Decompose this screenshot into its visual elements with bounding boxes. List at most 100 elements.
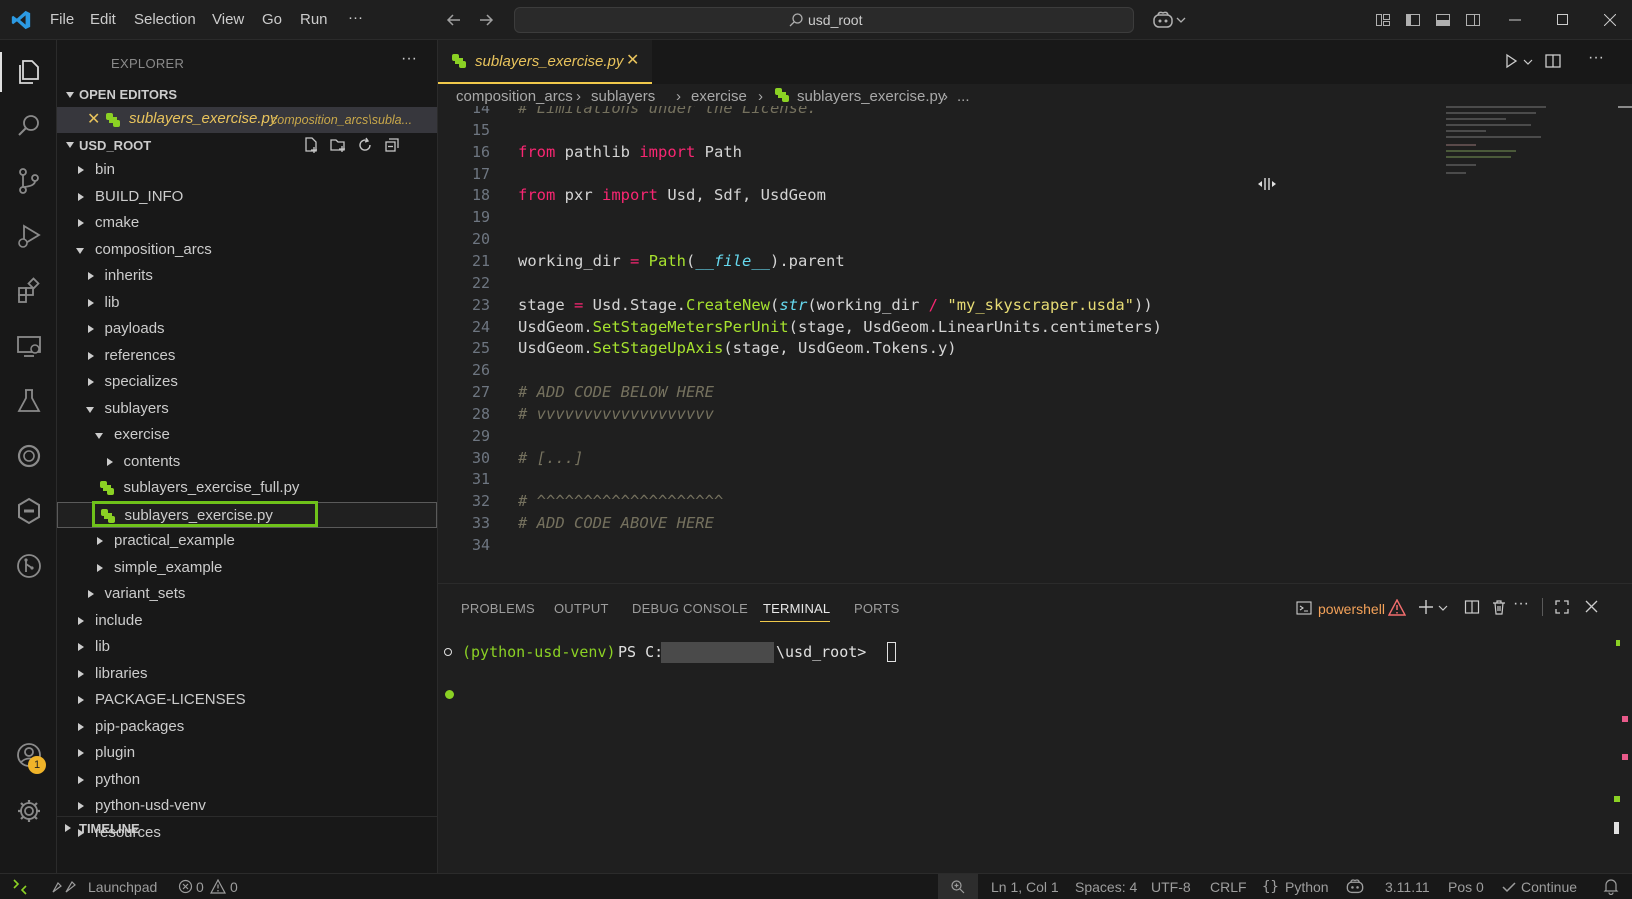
warning-count[interactable]: 0 bbox=[230, 879, 238, 895]
notifications-bell-icon[interactable] bbox=[1603, 878, 1619, 895]
tree-folder-item[interactable]: BUILD_INFO bbox=[57, 184, 437, 210]
menu-selection[interactable]: Selection bbox=[134, 11, 196, 28]
run-and-debug-icon[interactable] bbox=[14, 221, 44, 251]
tree-folder-item[interactable]: include bbox=[57, 608, 437, 634]
tree-folder-item[interactable]: payloads bbox=[57, 316, 437, 342]
tree-folder-item[interactable]: pip-packages bbox=[57, 714, 437, 740]
menu-view[interactable]: View bbox=[212, 11, 244, 28]
tree-file-item[interactable]: sublayers_exercise_full.py bbox=[57, 475, 437, 501]
close-panel-icon[interactable] bbox=[1585, 600, 1598, 613]
minimize-icon[interactable] bbox=[1509, 19, 1521, 21]
copilot-chevron-down-icon[interactable] bbox=[1176, 16, 1186, 24]
tab-output[interactable]: OUTPUT bbox=[554, 601, 609, 616]
explorer-more-actions-icon[interactable]: ··· bbox=[401, 50, 417, 68]
menu-go[interactable]: Go bbox=[262, 11, 282, 28]
zoom-indicator[interactable] bbox=[938, 874, 978, 899]
tree-folder-item[interactable]: sublayers bbox=[57, 396, 437, 422]
python-version[interactable]: 3.11.11 bbox=[1385, 879, 1430, 895]
tree-folder-item[interactable]: libraries bbox=[57, 661, 437, 687]
close-editor-icon[interactable]: ✕ bbox=[87, 109, 100, 129]
tree-folder-item[interactable]: PACKAGE-LICENSES bbox=[57, 687, 437, 713]
new-folder-icon[interactable] bbox=[329, 136, 347, 154]
scrollbar-thumb[interactable] bbox=[1618, 106, 1632, 108]
pos-indicator[interactable]: Pos 0 bbox=[1448, 879, 1484, 895]
breadcrumb-item[interactable]: exercise bbox=[691, 88, 747, 105]
tree-folder-item[interactable]: exercise bbox=[57, 422, 437, 448]
omniverse-ring-icon[interactable] bbox=[14, 441, 44, 471]
toggle-secondary-sidebar-icon[interactable] bbox=[1465, 12, 1481, 28]
breadcrumb-item[interactable]: composition_arcs bbox=[456, 88, 573, 105]
language-mode[interactable]: Python bbox=[1285, 879, 1329, 895]
source-control-icon[interactable] bbox=[14, 166, 44, 196]
hexagon-extension-icon[interactable] bbox=[14, 496, 44, 526]
run-options-chevron-down-icon[interactable] bbox=[1523, 58, 1533, 66]
open-editors-section[interactable]: OPEN EDITORS bbox=[57, 83, 437, 107]
breadcrumb-item[interactable]: ... bbox=[957, 88, 970, 105]
new-terminal-plus-icon[interactable] bbox=[1418, 599, 1434, 615]
tree-folder-item[interactable]: composition_arcs bbox=[57, 237, 437, 263]
tab-terminal[interactable]: TERMINAL bbox=[763, 601, 830, 616]
tree-file-item[interactable]: sublayers_exercise.py bbox=[57, 500, 437, 528]
git-graph-icon[interactable] bbox=[14, 551, 44, 581]
kill-terminal-trash-icon[interactable] bbox=[1491, 599, 1507, 615]
code-editor[interactable]: 14 # Limitations under the License. 15 16 fr… bbox=[438, 106, 1632, 582]
refresh-icon[interactable] bbox=[356, 136, 374, 154]
testing-flask-icon[interactable] bbox=[14, 386, 44, 416]
tree-folder-item[interactable]: variant_sets bbox=[57, 581, 437, 607]
tree-folder-item[interactable]: references bbox=[57, 343, 437, 369]
command-center-search[interactable]: usd_root bbox=[514, 7, 1134, 33]
tree-folder-item[interactable]: lib bbox=[57, 634, 437, 660]
launchpad-label[interactable]: Launchpad bbox=[88, 879, 157, 895]
search-view-icon[interactable] bbox=[14, 111, 44, 141]
tab-debug-console[interactable]: DEBUG CONSOLE bbox=[632, 601, 748, 616]
tree-folder-item[interactable]: lib bbox=[57, 290, 437, 316]
continue-label[interactable]: Continue bbox=[1521, 879, 1577, 895]
customize-layout-icon[interactable] bbox=[1375, 12, 1391, 28]
tree-folder-item[interactable]: contents bbox=[57, 449, 437, 475]
minimap[interactable] bbox=[1446, 106, 1556, 186]
tree-folder-item[interactable]: bin bbox=[57, 157, 437, 183]
close-window-icon[interactable] bbox=[1604, 14, 1616, 26]
terminal-chevron-down-icon[interactable] bbox=[1438, 604, 1448, 612]
remote-explorer-icon[interactable] bbox=[14, 331, 44, 361]
cursor-position[interactable]: Ln 1, Col 1 bbox=[991, 879, 1059, 895]
breadcrumb-item[interactable]: sublayers bbox=[591, 88, 655, 105]
forward-arrow-icon[interactable] bbox=[478, 12, 494, 28]
tree-folder-item[interactable]: simple_example bbox=[57, 555, 437, 581]
menu-edit[interactable]: Edit bbox=[90, 11, 116, 28]
maximize-icon[interactable] bbox=[1557, 14, 1568, 25]
explorer-icon[interactable] bbox=[14, 56, 44, 86]
workspace-root-section[interactable]: USD_ROOT bbox=[57, 133, 437, 157]
tree-folder-item[interactable]: inherits bbox=[57, 263, 437, 289]
maximize-panel-icon[interactable] bbox=[1554, 599, 1570, 615]
panel-more-actions-icon[interactable]: ··· bbox=[1513, 595, 1529, 613]
tree-folder-item[interactable]: cmake bbox=[57, 210, 437, 236]
menu-more[interactable]: ··· bbox=[348, 9, 363, 26]
close-tab-icon[interactable]: ✕ bbox=[626, 50, 639, 70]
copilot-status-icon[interactable] bbox=[1345, 878, 1365, 895]
encoding[interactable]: UTF-8 bbox=[1151, 879, 1191, 895]
tree-folder-item[interactable]: practical_example bbox=[57, 528, 437, 554]
menu-run[interactable]: Run bbox=[300, 11, 328, 28]
terminal-output[interactable]: (python-usd-venv) PS C: \usd_root> bbox=[438, 636, 1568, 866]
indentation[interactable]: Spaces: 4 bbox=[1075, 879, 1137, 895]
split-editor-icon[interactable] bbox=[1544, 52, 1562, 70]
settings-gear-icon[interactable] bbox=[14, 796, 44, 826]
tab-ports[interactable]: PORTS bbox=[854, 601, 900, 616]
remote-indicator-icon[interactable] bbox=[12, 879, 28, 895]
menu-file[interactable]: File bbox=[50, 11, 74, 28]
error-count[interactable]: 0 bbox=[196, 879, 204, 895]
tab-problems[interactable]: PROBLEMS bbox=[461, 601, 535, 616]
tab-sublayers-exercise[interactable]: sublayers_exercise.py ✕ bbox=[438, 40, 652, 84]
tree-folder-item[interactable]: python bbox=[57, 767, 437, 793]
new-file-icon[interactable] bbox=[302, 136, 320, 154]
open-editor-item[interactable]: ✕ sublayers_exercise.py composition_arcs… bbox=[57, 107, 437, 133]
collapse-all-icon[interactable] bbox=[383, 136, 401, 154]
tree-folder-item[interactable]: plugin bbox=[57, 740, 437, 766]
timeline-section[interactable]: TIMELINE bbox=[57, 816, 437, 841]
editor-more-actions-icon[interactable]: ··· bbox=[1588, 49, 1604, 67]
toggle-primary-sidebar-icon[interactable] bbox=[1405, 12, 1421, 28]
line-ending[interactable]: CRLF bbox=[1210, 879, 1247, 895]
extensions-icon[interactable] bbox=[14, 276, 44, 306]
split-terminal-icon[interactable] bbox=[1464, 599, 1480, 615]
